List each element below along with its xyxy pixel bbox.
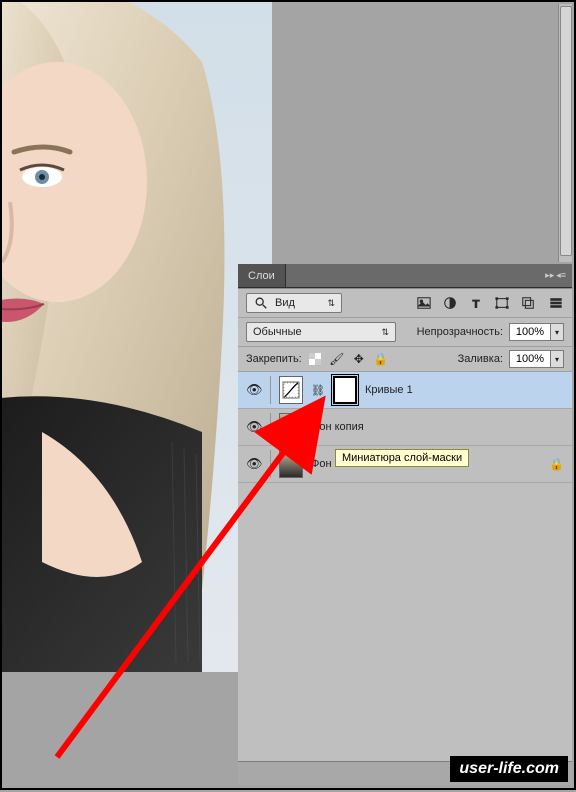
layer-mask-thumbnail[interactable] [333, 376, 357, 404]
panel-menu-icon[interactable] [548, 295, 564, 311]
layer-thumbnail[interactable] [279, 413, 303, 441]
watermark: user-life.com [450, 756, 568, 782]
lock-all-icon[interactable]: 🔒 [374, 352, 388, 366]
window-scrollbar[interactable] [558, 4, 572, 262]
lock-icon: 🔒 [549, 457, 564, 471]
blend-opacity-row: Обычные ⇅ Непрозрачность: ▾ [238, 318, 572, 347]
filter-kind-select[interactable]: Вид ⇅ [246, 293, 342, 313]
portrait-image [2, 2, 272, 672]
fill-value[interactable] [509, 350, 551, 368]
lock-fill-row: Закрепить: 🖌 ✥ 🔒 Заливка: ▾ [238, 347, 572, 372]
layers-panel: Слои ▸▸◂≡ Вид ⇅ T [238, 264, 572, 785]
filter-text-icon[interactable]: T [468, 295, 484, 311]
lock-transparency-icon[interactable] [308, 352, 322, 366]
opacity-input[interactable]: ▾ [509, 323, 564, 341]
visibility-toggle[interactable]: 👁 [246, 382, 262, 398]
blend-mode-value: Обычные [253, 326, 302, 338]
layer-row[interactable]: 👁 ⛓ Кривые 1 [238, 372, 572, 409]
filter-adjust-icon[interactable] [442, 295, 458, 311]
svg-text:T: T [473, 298, 480, 310]
layer-name[interactable]: Фон копия [311, 421, 364, 433]
blend-mode-select[interactable]: Обычные ⇅ [246, 322, 396, 342]
opacity-label: Непрозрачность: [417, 326, 503, 338]
filter-pixel-icon[interactable] [416, 295, 432, 311]
visibility-toggle[interactable]: 👁 [246, 456, 262, 472]
layer-filter-row: Вид ⇅ T [238, 289, 572, 318]
layer-name[interactable]: Кривые 1 [365, 384, 413, 396]
filter-kind-label: Вид [275, 297, 295, 309]
link-icon[interactable]: ⛓ [311, 384, 325, 397]
lock-move-icon[interactable]: ✥ [352, 352, 366, 366]
panel-collapse-buttons[interactable]: ▸▸◂≡ [539, 264, 572, 287]
opacity-stepper[interactable]: ▾ [550, 323, 564, 341]
filter-smart-icon[interactable] [520, 295, 536, 311]
chevron-updown-icon: ⇅ [381, 327, 389, 338]
layer-row[interactable]: 👁 Фон копия [238, 409, 572, 446]
tab-layers-label: Слои [248, 270, 275, 282]
opacity-value[interactable] [509, 323, 551, 341]
tooltip-layer-mask: Миниатюра слой-маски [335, 449, 469, 467]
panel-tabbar: Слои ▸▸◂≡ [238, 264, 572, 288]
document-canvas[interactable] [2, 2, 272, 672]
visibility-toggle[interactable]: 👁 [246, 419, 262, 435]
fill-stepper[interactable]: ▾ [550, 350, 564, 368]
layer-name[interactable]: Фон [311, 458, 332, 470]
layers-empty-area[interactable] [238, 483, 572, 761]
tab-layers[interactable]: Слои [238, 264, 286, 287]
lock-paint-icon[interactable]: 🖌 [330, 352, 344, 366]
adjustment-thumbnail[interactable] [279, 376, 303, 404]
fill-label: Заливка: [458, 353, 503, 365]
fill-input[interactable]: ▾ [509, 350, 564, 368]
layer-thumbnail[interactable] [279, 450, 303, 478]
chevron-updown-icon: ⇅ [327, 298, 335, 309]
lock-label: Закрепить: [246, 353, 302, 365]
search-icon [253, 295, 269, 311]
filter-type-icons: T [416, 295, 536, 311]
filter-shape-icon[interactable] [494, 295, 510, 311]
